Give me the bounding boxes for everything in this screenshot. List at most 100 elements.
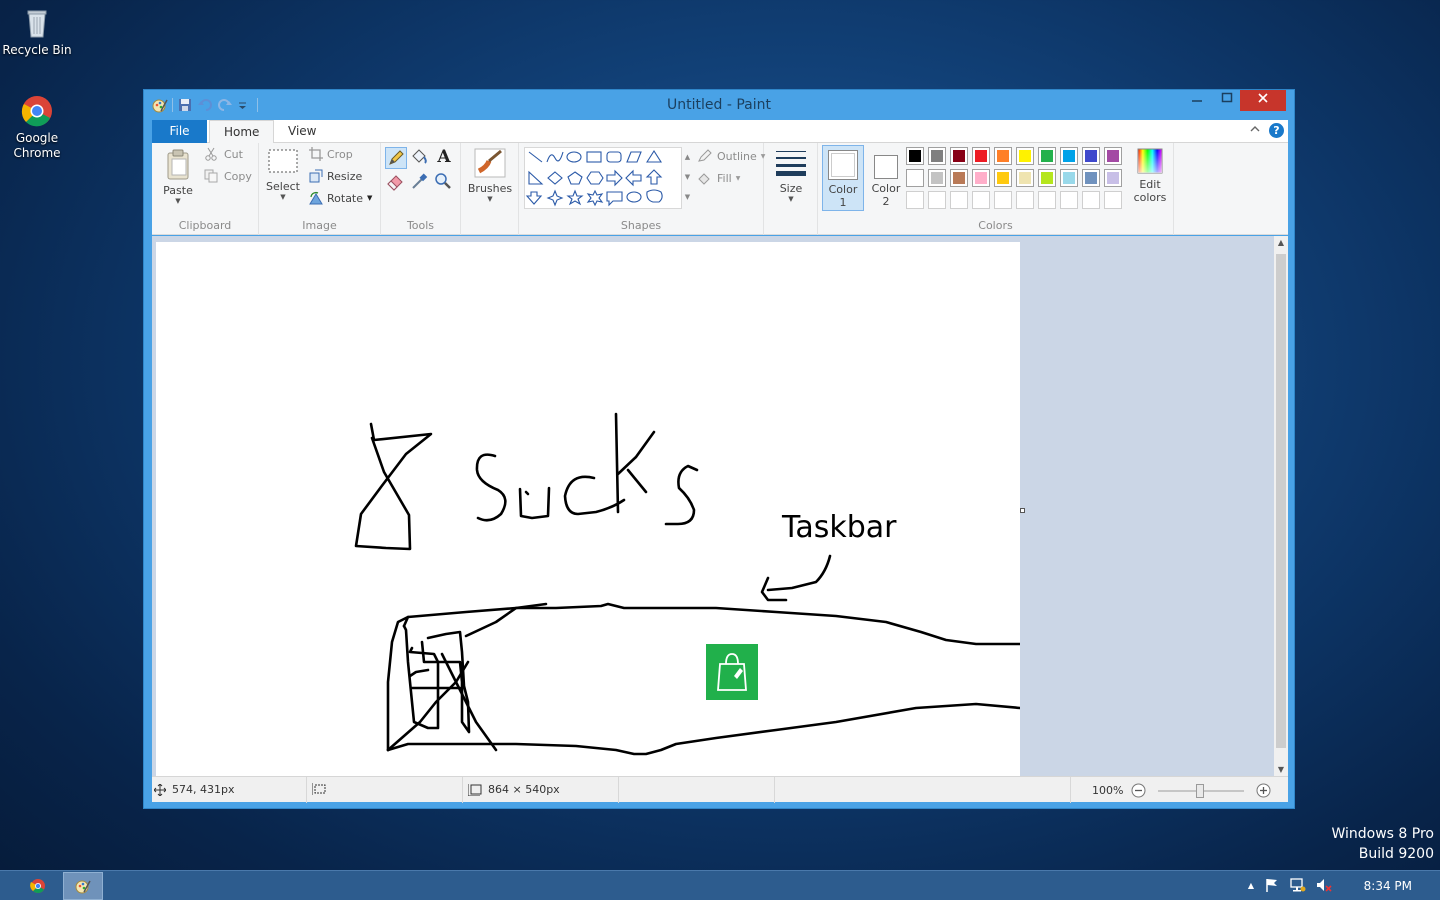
pencil-tool[interactable] bbox=[385, 147, 407, 169]
selection-size-icon bbox=[312, 783, 326, 795]
tab-file[interactable]: File bbox=[152, 120, 207, 143]
palette-swatch-empty[interactable] bbox=[906, 191, 924, 209]
shapes-scroll[interactable]: ▲ ▼ ▼ bbox=[682, 147, 693, 209]
network-icon[interactable] bbox=[1290, 877, 1306, 893]
palette-swatch-empty[interactable] bbox=[1104, 191, 1122, 209]
cut-button[interactable]: Cut bbox=[204, 147, 243, 161]
fill-button[interactable]: Fill ▼ bbox=[697, 171, 740, 185]
text-tool[interactable]: A bbox=[433, 147, 455, 169]
rotate-dropdown-icon[interactable]: ▼ bbox=[367, 194, 372, 202]
brushes-button[interactable]: Brushes ▼ bbox=[467, 147, 513, 205]
zoom-in-icon[interactable] bbox=[1256, 783, 1271, 798]
zoom-slider-thumb[interactable] bbox=[1196, 783, 1205, 798]
image-group: Select ▼ Crop Resize Rotate ▼ Image bbox=[259, 143, 381, 235]
color-picker-tool[interactable] bbox=[409, 171, 431, 193]
palette-swatch-empty[interactable] bbox=[928, 191, 946, 209]
palette-swatch[interactable] bbox=[950, 147, 968, 165]
palette-swatch[interactable] bbox=[906, 169, 924, 187]
vertical-scrollbar[interactable]: ▲ ▼ bbox=[1274, 236, 1288, 776]
copy-button[interactable]: Copy bbox=[204, 169, 252, 183]
palette-swatch[interactable] bbox=[994, 147, 1012, 165]
palette-swatch[interactable] bbox=[928, 169, 946, 187]
palette-swatch[interactable] bbox=[1082, 147, 1100, 165]
paste-button[interactable]: Paste ▼ bbox=[158, 147, 198, 205]
maximize-button[interactable] bbox=[1212, 90, 1242, 111]
palette-swatch-empty[interactable] bbox=[1016, 191, 1034, 209]
desktop-icon-label: Google Chrome bbox=[0, 131, 74, 161]
palette-swatch[interactable] bbox=[1104, 169, 1122, 187]
palette-swatch[interactable] bbox=[1060, 147, 1078, 165]
size-button[interactable]: Size ▼ bbox=[770, 147, 812, 205]
resize-button[interactable]: Resize bbox=[309, 169, 362, 183]
drawing-canvas[interactable]: Taskbar bbox=[156, 242, 1022, 776]
palette-swatch[interactable] bbox=[906, 147, 924, 165]
palette-swatch[interactable] bbox=[1038, 169, 1056, 187]
windows-watermark: Windows 8 Pro Build 9200 bbox=[1331, 826, 1434, 862]
palette-swatch[interactable] bbox=[972, 147, 990, 165]
color2-button[interactable]: Color 2 bbox=[866, 145, 906, 211]
swatch-color bbox=[931, 172, 943, 184]
palette-swatch-empty[interactable] bbox=[972, 191, 990, 209]
canvas-size-icon bbox=[468, 783, 482, 796]
palette-swatch-empty[interactable] bbox=[1038, 191, 1056, 209]
outline-button[interactable]: Outline ▼ bbox=[697, 149, 765, 163]
rotate-label: Rotate bbox=[327, 191, 364, 205]
canvas-resize-handle[interactable] bbox=[1020, 508, 1025, 513]
taskbar-paint-button[interactable] bbox=[63, 872, 103, 900]
eyedropper-icon bbox=[412, 173, 428, 189]
select-button[interactable]: Select ▼ bbox=[265, 147, 301, 203]
tab-view[interactable]: View bbox=[274, 120, 330, 143]
palette-swatch[interactable] bbox=[1016, 147, 1034, 165]
volume-muted-icon[interactable] bbox=[1316, 877, 1332, 893]
zoom-out-icon[interactable] bbox=[1131, 783, 1146, 798]
action-center-flag-icon[interactable] bbox=[1264, 877, 1280, 893]
shapes-gallery-icons bbox=[525, 149, 663, 207]
color2-label: Color bbox=[871, 182, 901, 195]
help-icon[interactable]: ? bbox=[1269, 123, 1284, 138]
brushes-dropdown-icon[interactable]: ▼ bbox=[467, 195, 513, 203]
palette-swatch-empty[interactable] bbox=[994, 191, 1012, 209]
palette-swatch-empty[interactable] bbox=[1060, 191, 1078, 209]
crop-button[interactable]: Crop bbox=[309, 147, 353, 161]
select-dropdown-icon[interactable]: ▼ bbox=[265, 193, 301, 201]
freehand-drawing bbox=[354, 412, 1022, 756]
palette-swatch[interactable] bbox=[972, 169, 990, 187]
copy-icon bbox=[204, 169, 218, 183]
palette-swatch-empty[interactable] bbox=[950, 191, 968, 209]
fill-dropdown-icon[interactable]: ▼ bbox=[736, 175, 741, 182]
palette-swatch[interactable] bbox=[1038, 147, 1056, 165]
taskbar-chrome-button[interactable] bbox=[18, 872, 58, 900]
fill-tool[interactable] bbox=[409, 147, 431, 169]
palette-swatch[interactable] bbox=[1104, 147, 1122, 165]
palette-swatch[interactable] bbox=[1016, 169, 1034, 187]
palette-swatch[interactable] bbox=[994, 169, 1012, 187]
desktop-icon-chrome[interactable]: Google Chrome bbox=[0, 94, 74, 161]
close-button[interactable] bbox=[1240, 90, 1286, 111]
palette-swatch[interactable] bbox=[1060, 169, 1078, 187]
palette-swatch[interactable] bbox=[950, 169, 968, 187]
magnifier-tool[interactable] bbox=[433, 171, 455, 193]
canvas-size: 864 × 540px bbox=[468, 783, 560, 796]
show-hidden-icons-icon[interactable]: ▲ bbox=[1248, 881, 1254, 890]
rotate-button[interactable]: Rotate ▼ bbox=[309, 191, 372, 205]
eraser-tool[interactable] bbox=[385, 171, 407, 193]
scroll-down-icon[interactable]: ▼ bbox=[1274, 765, 1288, 774]
title-bar[interactable]: Untitled - Paint bbox=[144, 90, 1294, 120]
palette-swatch[interactable] bbox=[1082, 169, 1100, 187]
color1-button[interactable]: Color 1 bbox=[822, 145, 864, 211]
scrollbar-thumb[interactable] bbox=[1276, 254, 1286, 748]
size-dropdown-icon[interactable]: ▼ bbox=[770, 195, 812, 203]
taskbar-clock[interactable]: 8:34 PM bbox=[1364, 879, 1412, 893]
tab-home[interactable]: Home bbox=[209, 120, 275, 144]
palette-swatch-empty[interactable] bbox=[1082, 191, 1100, 209]
paste-dropdown-icon[interactable]: ▼ bbox=[158, 197, 198, 205]
collapse-ribbon-icon[interactable] bbox=[1249, 123, 1261, 138]
minimize-button[interactable] bbox=[1182, 90, 1212, 111]
scroll-up-icon[interactable]: ▲ bbox=[1274, 238, 1288, 247]
edit-colors-button[interactable]: Edit colors bbox=[1128, 147, 1172, 207]
chrome-icon bbox=[20, 94, 54, 128]
shapes-gallery[interactable] bbox=[524, 147, 682, 209]
palette-swatch[interactable] bbox=[928, 147, 946, 165]
desktop-icon-recycle-bin[interactable]: Recycle Bin bbox=[0, 6, 74, 58]
zoom-slider[interactable] bbox=[1158, 783, 1245, 798]
